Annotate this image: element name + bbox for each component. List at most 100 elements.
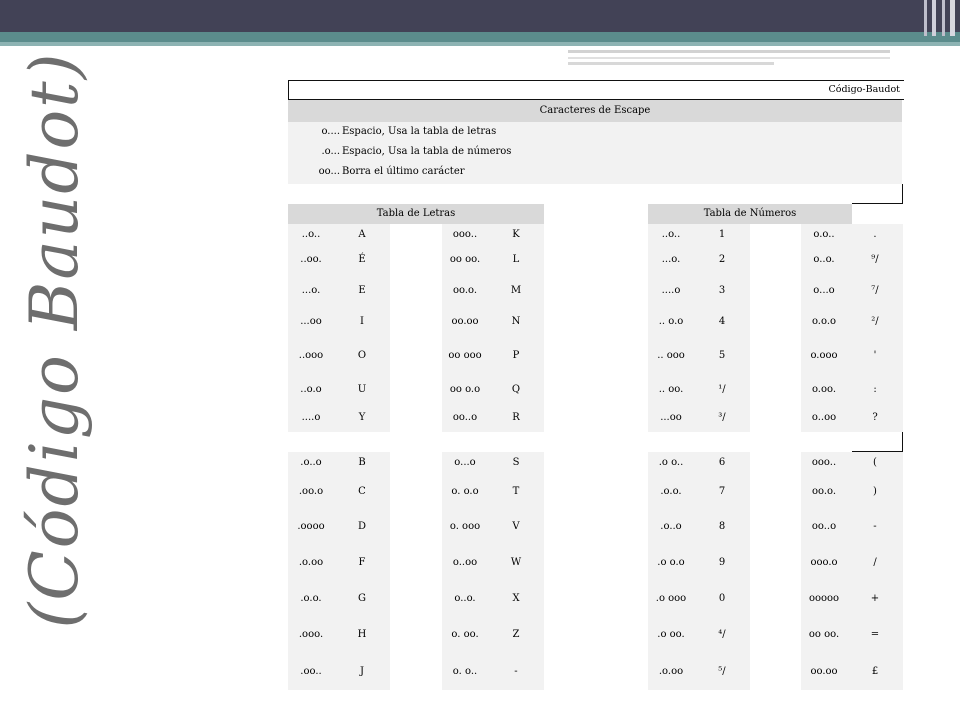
baudot-code: oo oo.: [808, 629, 840, 640]
baudot-code: oo..o: [811, 521, 837, 532]
figure: .: [873, 229, 877, 240]
figure: -: [873, 521, 877, 532]
table-border: [852, 203, 903, 204]
escape-row: oo... Borra el último carácter: [288, 162, 902, 182]
baudot-code: .o..o: [660, 521, 682, 532]
baudot-code: oo..o: [452, 412, 478, 423]
letter: V: [512, 521, 520, 532]
table-title: Código-Baudot: [288, 80, 904, 100]
numeros-header: Tabla de Números: [648, 204, 852, 224]
baudot-code: .o o..: [658, 457, 684, 468]
decorative-line: [568, 50, 890, 53]
letter: M: [510, 285, 522, 296]
figure: £: [871, 666, 879, 677]
baudot-code: o. oo.: [451, 629, 479, 640]
escape-header: Caracteres de Escape: [288, 100, 902, 122]
baudot-code: .o..o: [300, 457, 322, 468]
figure: ⁴/: [718, 629, 726, 640]
escape-table: o.... Espacio, Usa la tabla de letras .o…: [288, 122, 902, 184]
table-border: [902, 184, 903, 204]
letter: U: [357, 384, 367, 395]
baudot-code: o.oo.: [811, 384, 837, 395]
baudot-code: ..o..: [301, 229, 321, 240]
figure: (: [873, 457, 877, 468]
baudot-code: o.o..: [813, 229, 835, 240]
baudot-code: oo oo.: [449, 254, 481, 265]
baudot-code: ..ooo: [298, 350, 324, 361]
baudot-code: o.o.o: [811, 316, 837, 327]
baudot-code: .o.o.: [300, 593, 322, 604]
escape-code: oo...: [318, 166, 340, 177]
baudot-code: ....o: [301, 412, 321, 423]
baudot-code: .oo.o: [298, 486, 324, 497]
figure: ): [873, 486, 877, 497]
figure: ⁵/: [718, 666, 726, 677]
baudot-code: .o oo.: [657, 629, 685, 640]
baudot-code: .. o.o: [658, 316, 684, 327]
baudot-code: o. o.o: [451, 486, 479, 497]
letter: S: [512, 457, 520, 468]
letter: E: [358, 285, 366, 296]
letter: R: [512, 412, 520, 423]
figure: ¹/: [718, 384, 726, 395]
letter: C: [358, 486, 366, 497]
letter: A: [358, 229, 366, 240]
baudot-code: oo.o.: [452, 285, 478, 296]
baudot-code: .o.o.: [660, 486, 682, 497]
baudot-code: .. ooo: [657, 350, 685, 361]
baudot-code: .ooo.: [298, 629, 324, 640]
baudot-code: ..o.o: [300, 384, 322, 395]
escape-description: Espacio, Usa la tabla de letras: [342, 126, 497, 137]
figure: ': [873, 350, 877, 361]
letter: T: [512, 486, 520, 497]
baudot-code: o...o: [454, 457, 476, 468]
letras-header: Tabla de Letras: [288, 204, 544, 224]
slide-title: (Código Baudot): [16, 51, 93, 629]
figure: ⁹/: [871, 254, 879, 265]
baudot-code: ...oo: [300, 316, 322, 327]
baudot-code: .. oo.: [658, 384, 684, 395]
figure: ⁷/: [871, 285, 879, 296]
letter: Y: [358, 412, 366, 423]
decorative-line: [568, 62, 774, 65]
baudot-code: oo.oo: [451, 316, 479, 327]
baudot-code: .o.oo: [298, 557, 324, 568]
letter: N: [511, 316, 521, 327]
baudot-code: oo o.o: [449, 384, 481, 395]
escape-code: o....: [321, 126, 340, 137]
accent-band: [0, 32, 960, 42]
letter: G: [358, 593, 366, 604]
figure: /: [873, 557, 877, 568]
baudot-code: .o o.o: [657, 557, 685, 568]
baudot-code: oo ooo: [448, 350, 482, 361]
letter: É: [358, 254, 366, 265]
figure: 0: [718, 593, 726, 604]
baudot-code: ooo..: [452, 229, 478, 240]
letter: X: [512, 593, 520, 604]
baudot-code: o. o..: [452, 666, 478, 677]
letter: I: [360, 316, 364, 327]
letter: O: [357, 350, 367, 361]
top-title-bar: [0, 0, 960, 32]
figure: ³/: [718, 412, 726, 423]
figure: 9: [718, 557, 726, 568]
letter: J: [359, 666, 364, 677]
baudot-code: .o.oo: [658, 666, 684, 677]
figure: ?: [872, 412, 878, 423]
letter: Q: [511, 384, 521, 395]
letter: K: [512, 229, 520, 240]
escape-row: .o... Espacio, Usa la tabla de números: [288, 142, 902, 162]
letter: B: [358, 457, 366, 468]
baudot-code: ooo..: [811, 457, 837, 468]
baudot-code: ...o.: [661, 254, 681, 265]
baudot-code: ....o: [661, 285, 681, 296]
figure: =: [870, 629, 880, 640]
baudot-code: o.ooo: [810, 350, 838, 361]
figure: 1: [718, 229, 726, 240]
baudot-code: .oo..: [300, 666, 322, 677]
decorative-bars: [920, 0, 960, 40]
letter: F: [358, 557, 366, 568]
baudot-code: oo.oo: [810, 666, 838, 677]
figure: 2: [718, 254, 726, 265]
escape-row: o.... Espacio, Usa la tabla de letras: [288, 122, 902, 142]
